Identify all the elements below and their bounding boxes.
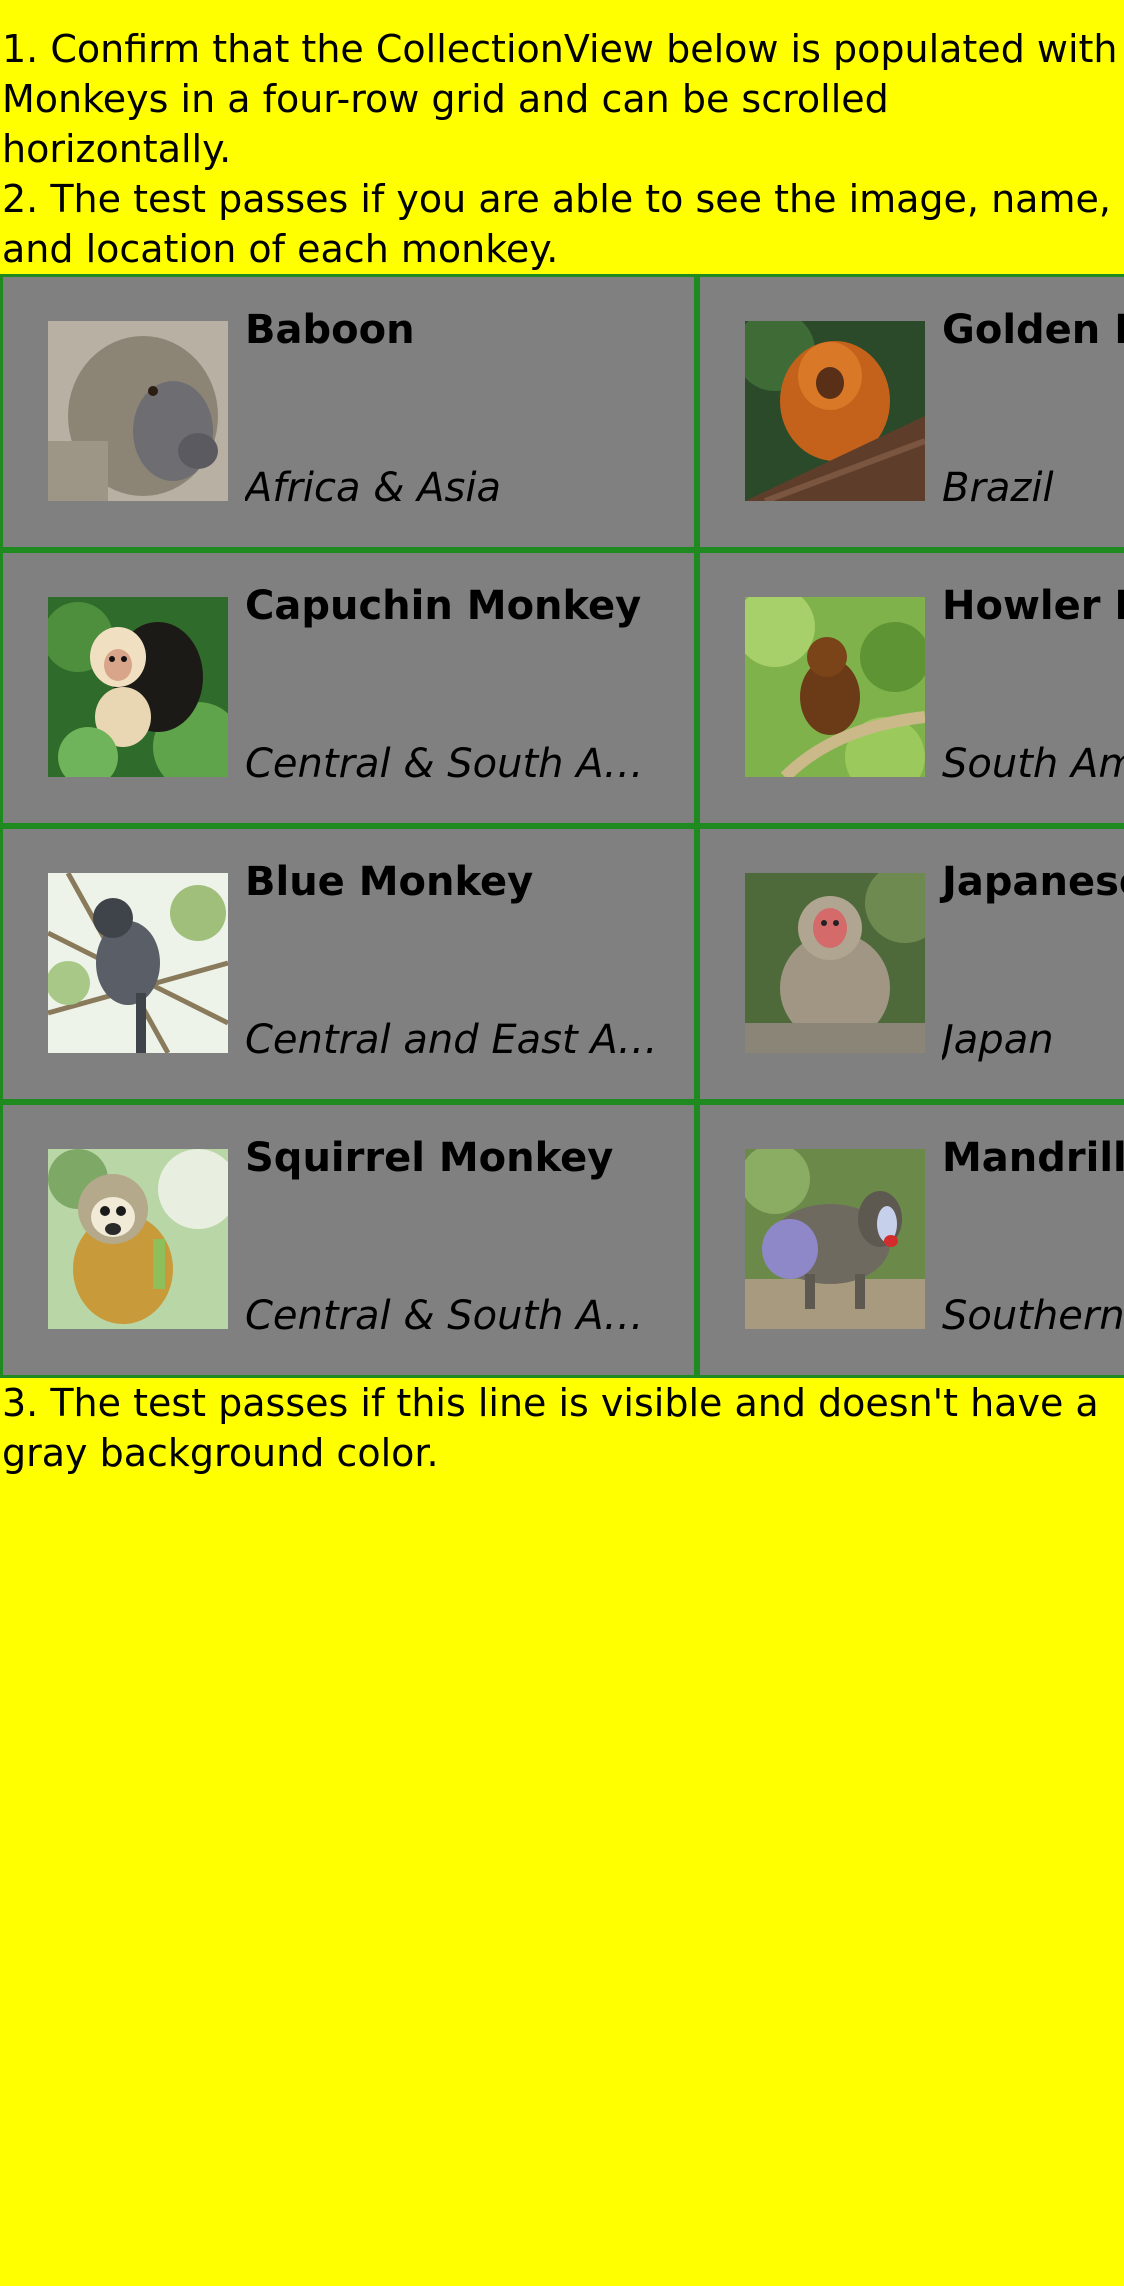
monkey-name: Baboon (245, 307, 415, 353)
monkey-cell-blue-monkey[interactable]: Blue Monkey Central and East Africa (0, 826, 697, 1102)
instruction-step-1: 1. Confirm that the CollectionView below… (2, 27, 1118, 171)
monkey-location: Brazil (942, 465, 1054, 511)
monkey-cell-japanese-macaque[interactable]: Japanese Macaque Japan (697, 826, 1124, 1102)
mandrill-photo (745, 1149, 925, 1329)
monkeys-grid: Baboon Africa & Asia Capuchin Monkey Cen… (0, 274, 1124, 1378)
baboon-photo (48, 321, 228, 501)
monkey-cell-baboon[interactable]: Baboon Africa & Asia (0, 274, 697, 550)
monkey-cell-golden-lion-tamarin[interactable]: Golden Lion Tamarin Brazil (697, 274, 1124, 550)
monkey-location: Central and East Africa (245, 1017, 665, 1063)
monkey-location: Southern Cameroon, Gabon, and Congo (942, 1293, 1124, 1339)
monkey-name: Capuchin Monkey (245, 583, 642, 629)
squirrel-monkey-photo (48, 1149, 228, 1329)
capuchin-monkey-photo (48, 597, 228, 777)
instruction-step-2: 2. The test passes if you are able to se… (2, 177, 1124, 271)
monkey-location: Japan (942, 1017, 1054, 1063)
monkey-location: South America (942, 741, 1124, 787)
monkey-cell-mandrill[interactable]: Mandrill Southern Cameroon, Gabon, and C… (697, 1102, 1124, 1378)
monkey-name: Japanese Macaque (942, 859, 1124, 905)
howler-monkey-photo (745, 597, 925, 777)
monkey-location: Central & South America (245, 741, 665, 787)
monkey-location: Central & South America (245, 1293, 665, 1339)
golden-lion-tamarin-photo (745, 321, 925, 501)
monkey-cell-capuchin-monkey[interactable]: Capuchin Monkey Central & South America (0, 550, 697, 826)
monkey-name: Squirrel Monkey (245, 1135, 614, 1181)
japanese-macaque-photo (745, 873, 925, 1053)
monkey-name: Golden Lion Tamarin (942, 307, 1124, 353)
monkey-name: Blue Monkey (245, 859, 534, 905)
monkey-name: Howler Monkey (942, 583, 1124, 629)
monkey-location: Africa & Asia (245, 465, 501, 511)
blue-monkey-photo (48, 873, 228, 1053)
monkey-cell-squirrel-monkey[interactable]: Squirrel Monkey Central & South America (0, 1102, 697, 1378)
instruction-step-3: 3. The test passes if this line is visib… (2, 1381, 1111, 1475)
monkeys-collection-view[interactable]: Baboon Africa & Asia Capuchin Monkey Cen… (0, 274, 1124, 1378)
monkey-cell-howler-monkey[interactable]: Howler Monkey South America (697, 550, 1124, 826)
monkey-name: Mandrill (942, 1135, 1124, 1181)
